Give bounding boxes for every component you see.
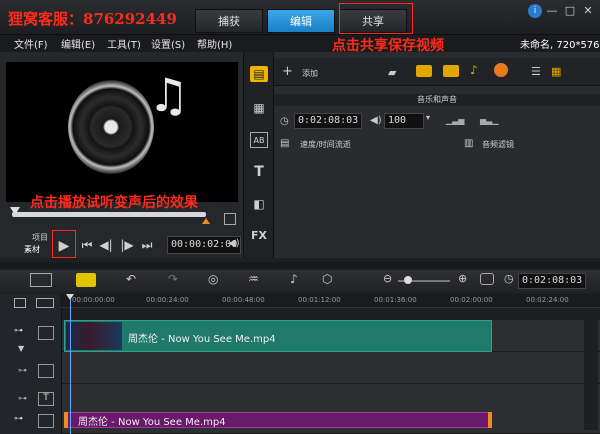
zoom-slider-thumb[interactable] <box>404 276 412 284</box>
ruler-label: 00:00:24:00 <box>146 296 189 304</box>
list-view-icon[interactable]: ☰ <box>531 65 541 78</box>
graphics-icon[interactable]: ◧ <box>250 196 268 212</box>
skip-end-icon[interactable]: ⏭ <box>140 238 154 253</box>
sound-mixer-icon[interactable]: ♒ <box>248 272 259 286</box>
speed-icon: ▤ <box>280 138 290 149</box>
storyboard-view-icon[interactable] <box>30 273 52 287</box>
music-note-icon: ♫ <box>148 68 190 122</box>
volume-dropdown-icon[interactable]: ▾ <box>426 113 430 122</box>
record-capture-icon[interactable]: ◎ <box>208 272 218 286</box>
undo-icon[interactable]: ↶ <box>126 272 136 286</box>
fade-in-icon[interactable]: ▁▃▅ <box>446 116 464 125</box>
volume-field[interactable]: 100 <box>384 113 424 129</box>
instant-project-icon[interactable]: ▦ <box>250 100 268 116</box>
video-clip-thumbnail <box>66 322 122 350</box>
volume-icon: ◀) <box>370 115 382 126</box>
image-filter-icon[interactable] <box>443 65 459 77</box>
timeline-view-icon[interactable] <box>76 273 96 287</box>
brand-text: 狸窝客服：876292449 <box>8 10 177 28</box>
step-forward-icon[interactable]: |▶ <box>120 238 134 252</box>
overlay-track <box>62 352 600 384</box>
sort-icon[interactable] <box>494 63 508 77</box>
fade-out-icon[interactable]: ▅▃▁ <box>480 116 498 125</box>
playhead-handle[interactable] <box>66 294 74 300</box>
mode-project-label[interactable]: 项目 <box>32 232 48 243</box>
voice-track-icon <box>38 414 54 428</box>
speed-label[interactable]: 速度/时间流逝 <box>300 139 351 150</box>
ruler-label: 00:01:12:00 <box>298 296 341 304</box>
track-manager-icon[interactable] <box>14 298 26 308</box>
menu-edit[interactable]: 编辑(E) <box>61 36 95 51</box>
media-library-icon[interactable]: ▤ <box>250 66 268 82</box>
mode-clip-label[interactable]: 素材 <box>24 244 40 255</box>
ruler-label: 00:02:00:00 <box>450 296 493 304</box>
timeline-timecode[interactable]: 0:02:08:03 <box>518 273 587 289</box>
track-link-icon[interactable]: ⊶ <box>14 414 23 424</box>
duration-field[interactable]: 0:02:08:03 <box>294 113 363 129</box>
volume-icon[interactable]: ◀) <box>228 238 240 249</box>
close-icon[interactable]: ✕ <box>581 4 595 18</box>
menu-file[interactable]: 文件(F) <box>14 36 48 51</box>
step-back-icon[interactable]: ◀| <box>99 238 113 252</box>
mix-icon[interactable]: ⬡ <box>322 272 332 286</box>
redo-icon[interactable]: ↷ <box>168 272 178 286</box>
project-info: 未命名, 720*576 <box>520 40 600 51</box>
ruler-label: 00:00:48:00 <box>222 296 265 304</box>
audio-filter-option-icon: ▥ <box>464 138 474 149</box>
enlarge-icon[interactable] <box>224 213 236 225</box>
info-icon[interactable]: i <box>528 4 542 18</box>
menu-settings[interactable]: 设置(S) <box>151 36 185 51</box>
overlay-track-icon <box>38 364 54 378</box>
zoom-out-icon[interactable]: ⊖ <box>383 272 392 285</box>
track-link-icon[interactable]: ⊶ <box>18 394 27 404</box>
tab-edit[interactable]: 编辑 <box>267 9 335 33</box>
audio-clip-trim-end[interactable] <box>488 412 492 428</box>
zoom-in-icon[interactable]: ⊕ <box>458 272 467 285</box>
chapter-icon[interactable] <box>36 298 54 308</box>
timeline-scrollbar[interactable] <box>584 320 598 430</box>
audio-filter-label[interactable]: 音频滤镜 <box>482 139 514 150</box>
panel-divider[interactable] <box>0 262 600 268</box>
maximize-icon[interactable]: □ <box>563 4 577 18</box>
folder-icon[interactable]: ▰ <box>388 66 396 79</box>
title-track-icon: T <box>38 392 54 406</box>
video-clip-label: 周杰伦 - Now You See Me.mp4 <box>128 334 276 345</box>
ruler-label: 00:01:36:00 <box>374 296 417 304</box>
trim-end-marker[interactable] <box>202 218 210 224</box>
play-icon[interactable]: ▶ <box>57 238 71 254</box>
menu-help[interactable]: 帮助(H) <box>197 36 232 51</box>
track-link-icon[interactable]: ⊶ <box>14 326 23 336</box>
thumb-view-icon[interactable]: ▦ <box>551 65 561 78</box>
fx-icon[interactable]: FX <box>250 228 268 244</box>
title-icon[interactable]: T <box>250 164 268 180</box>
scrub-bar[interactable] <box>12 212 206 217</box>
share-highlight-box <box>339 3 413 34</box>
audio-clip-label: 周杰伦 - Now You See Me.mp4 <box>78 417 226 428</box>
expand-track-icon[interactable]: ▼ <box>18 344 24 353</box>
menu-tools[interactable]: 工具(T) <box>107 36 141 51</box>
skip-start-icon[interactable]: ⏮ <box>80 238 94 253</box>
video-track-icon <box>38 326 54 340</box>
playhead[interactable] <box>70 294 71 434</box>
ruler-label: 00:02:24:00 <box>526 296 569 304</box>
play-hint: 点击播放试听变声后的效果 <box>30 195 198 211</box>
ruler-label: 00:00:00:00 <box>72 296 115 304</box>
track-link-icon[interactable]: ⊶ <box>18 366 27 376</box>
timecode-clock-icon: ◷ <box>504 272 514 285</box>
clock-icon: ◷ <box>280 116 289 127</box>
tab-capture[interactable]: 捕获 <box>195 9 263 33</box>
transition-icon[interactable]: AB <box>250 132 268 148</box>
audio-disc-icon <box>68 80 154 174</box>
add-label[interactable]: 添加 <box>302 68 318 79</box>
options-section-title: 音乐和声音 <box>274 94 600 106</box>
video-filter-icon[interactable] <box>416 65 432 77</box>
add-icon[interactable]: + <box>282 64 293 79</box>
audio-filter-icon[interactable]: ♪ <box>470 63 478 77</box>
audio-clip-trim-start[interactable] <box>64 412 68 428</box>
auto-music-icon[interactable]: ♪ <box>290 272 298 286</box>
minimize-icon[interactable]: — <box>545 4 559 18</box>
fit-project-icon[interactable] <box>480 273 494 285</box>
